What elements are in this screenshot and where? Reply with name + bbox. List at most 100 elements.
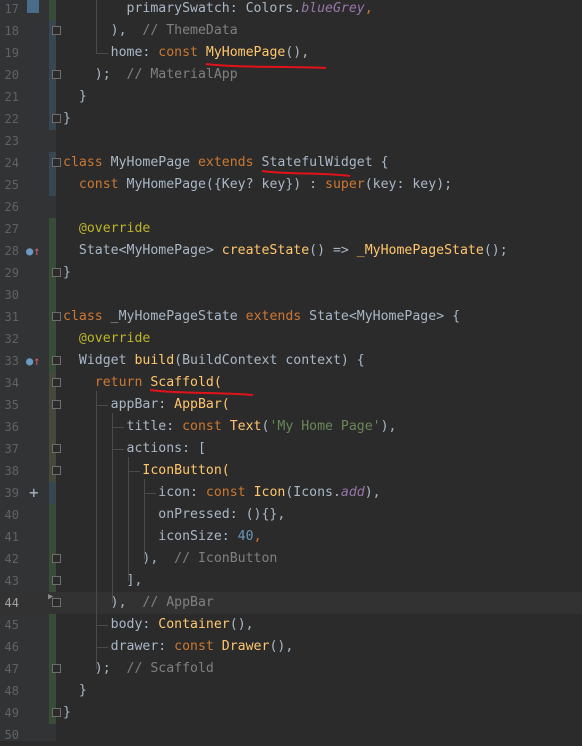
code-text[interactable]: ],	[63, 570, 143, 592]
vcs-change-marker[interactable]	[49, 218, 56, 240]
vcs-change-marker[interactable]	[49, 42, 56, 64]
code-text[interactable]: appBar: AppBar(	[63, 394, 230, 416]
code-line[interactable]: 29}	[0, 262, 582, 284]
vcs-change-marker[interactable]	[49, 284, 56, 306]
code-line[interactable]: 18 ), // ThemeData	[0, 20, 582, 42]
fold-toggle-icon[interactable]	[52, 576, 61, 585]
code-line[interactable]: 37 actions: [	[0, 438, 582, 460]
code-token: @override	[78, 331, 151, 346]
code-line[interactable]: 26	[0, 196, 582, 218]
code-line[interactable]: 36 title: const Text('My Home Page'),	[0, 416, 582, 438]
code-line[interactable]: 35 appBar: AppBar(	[0, 394, 582, 416]
vcs-change-marker[interactable]	[49, 240, 56, 262]
code-text[interactable]: ); // MaterialApp	[63, 64, 238, 86]
code-line[interactable]: 24 class MyHomePage extends StatefulWidge…	[0, 152, 582, 174]
code-text[interactable]: State<MyHomePage> createState() => _MyHo…	[63, 240, 508, 262]
override-up-arrow-icon[interactable]: ●↑	[26, 240, 40, 262]
fold-toggle-icon[interactable]	[52, 158, 61, 167]
code-line[interactable]: 28 ●↑ State<MyHomePage> createState() => …	[0, 240, 582, 262]
code-text[interactable]: icon: const Icon(Icons.add),	[63, 482, 380, 504]
code-text[interactable]: }	[63, 86, 87, 108]
code-text[interactable]: primarySwatch: Colors.blueGrey,	[63, 0, 373, 20]
code-text[interactable]: ); // Scaffold	[63, 658, 214, 680]
code-token: _MyHomePageState	[356, 243, 484, 258]
code-line[interactable]: 17 primarySwatch: Colors.blueGrey,	[0, 0, 582, 20]
code-line[interactable]: 32 @override	[0, 328, 582, 350]
fold-toggle-icon[interactable]	[52, 554, 61, 563]
code-text[interactable]: @override	[63, 218, 150, 240]
code-token: ),	[63, 595, 143, 610]
code-line[interactable]: 34 return Scaffold(	[0, 372, 582, 394]
vcs-change-marker[interactable]	[49, 636, 56, 658]
code-line[interactable]: 25 const MyHomePage({Key? key}) : super(…	[0, 174, 582, 196]
code-text[interactable]: const MyHomePage({Key? key}) : super(key…	[63, 174, 452, 196]
fold-toggle-icon[interactable]	[52, 356, 61, 365]
code-line[interactable]: 46 drawer: const Drawer(),	[0, 636, 582, 658]
code-line[interactable]: 50	[0, 724, 582, 746]
code-line[interactable]: 48 }	[0, 680, 582, 702]
vcs-change-marker[interactable]	[49, 86, 56, 108]
vcs-change-marker[interactable]	[49, 174, 56, 196]
vcs-change-marker[interactable]	[49, 328, 56, 350]
vcs-change-marker[interactable]	[49, 416, 56, 438]
code-line[interactable]: 40 onPressed: (){},	[0, 504, 582, 526]
add-plus-icon[interactable]: +	[29, 482, 39, 504]
vcs-change-marker[interactable]	[49, 680, 56, 702]
vcs-change-marker[interactable]	[49, 482, 56, 504]
fold-toggle-icon[interactable]	[52, 444, 61, 453]
code-text[interactable]: }	[63, 108, 71, 130]
code-line[interactable]: 47 ); // Scaffold	[0, 658, 582, 680]
code-line[interactable]: 49}	[0, 702, 582, 724]
vcs-change-marker[interactable]	[49, 0, 56, 20]
code-text[interactable]: return Scaffold(	[63, 372, 222, 394]
code-text[interactable]: ), // ThemeData	[63, 20, 238, 42]
fold-toggle-icon[interactable]	[52, 114, 61, 123]
code-line[interactable]: 44 ▶ ), // AppBar	[0, 592, 582, 614]
code-text[interactable]: }	[63, 262, 71, 284]
code-text[interactable]: class MyHomePage extends StatefulWidget …	[63, 152, 389, 174]
code-text[interactable]: body: Container(),	[63, 614, 254, 636]
code-line[interactable]: 42 ), // IconButton	[0, 548, 582, 570]
code-line[interactable]: 19 home: const MyHomePage(),	[0, 42, 582, 64]
fold-toggle-icon[interactable]	[52, 378, 61, 387]
code-text[interactable]: @override	[63, 328, 150, 350]
fold-toggle-icon[interactable]	[52, 268, 61, 277]
line-number: 26	[4, 200, 19, 214]
code-text[interactable]: ), // AppBar	[63, 592, 214, 614]
code-line[interactable]: 21 }	[0, 86, 582, 108]
code-token: }	[63, 683, 87, 698]
vcs-change-marker[interactable]	[49, 504, 56, 526]
code-text[interactable]: }	[63, 702, 71, 724]
vcs-change-marker[interactable]	[49, 526, 56, 548]
fold-toggle-icon[interactable]	[52, 70, 61, 79]
code-line[interactable]: 30	[0, 284, 582, 306]
fold-toggle-icon[interactable]	[52, 26, 61, 35]
vcs-change-marker[interactable]	[49, 614, 56, 636]
code-line[interactable]: 33 ●↑ Widget build(BuildContext context) …	[0, 350, 582, 372]
fold-toggle-icon[interactable]	[52, 664, 61, 673]
code-line[interactable]: 22}	[0, 108, 582, 130]
code-line[interactable]: 39 + icon: const Icon(Icons.add),	[0, 482, 582, 504]
code-text[interactable]: Widget build(BuildContext context) {	[63, 350, 365, 372]
fold-toggle-icon[interactable]	[52, 312, 61, 321]
code-text[interactable]: iconSize: 40,	[63, 526, 262, 548]
code-line[interactable]: 41 iconSize: 40,	[0, 526, 582, 548]
code-line[interactable]: 45 body: Container(),	[0, 614, 582, 636]
code-text[interactable]: actions: [	[63, 438, 206, 460]
code-token: ,	[253, 529, 262, 544]
code-line[interactable]: 27 @override	[0, 218, 582, 240]
code-line[interactable]: 20 ); // MaterialApp	[0, 64, 582, 86]
code-token: (BuildContext context) {	[174, 353, 365, 368]
code-text[interactable]: IconButton(	[63, 460, 229, 482]
fold-toggle-icon[interactable]	[52, 400, 61, 409]
code-line[interactable]: 23	[0, 130, 582, 152]
fold-toggle-icon[interactable]	[52, 708, 61, 717]
fold-arrow-icon[interactable]: ▶	[48, 586, 53, 608]
code-line[interactable]: 38 IconButton(	[0, 460, 582, 482]
code-text[interactable]: class _MyHomePageState extends State<MyH…	[63, 306, 460, 328]
code-line[interactable]: 31 class _MyHomePageState extends State<M…	[0, 306, 582, 328]
code-line[interactable]: 43 ],	[0, 570, 582, 592]
override-up-arrow-icon[interactable]: ●↑	[26, 350, 40, 372]
fold-toggle-icon[interactable]	[52, 466, 61, 475]
code-text[interactable]: }	[63, 680, 87, 702]
